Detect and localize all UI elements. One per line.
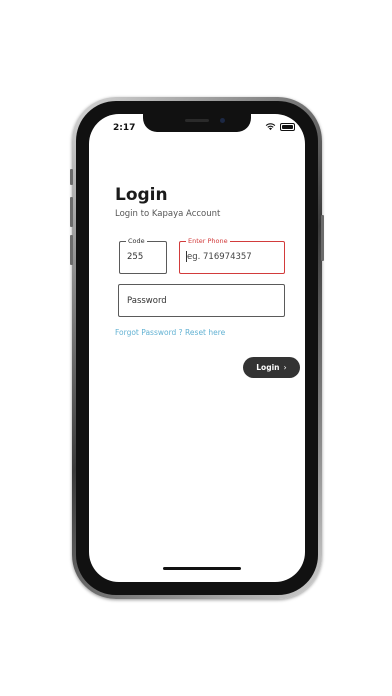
page-title: Login — [115, 185, 168, 205]
battery-icon — [280, 122, 295, 131]
phone-input[interactable]: Enter Phone eg. 716974357 — [179, 236, 285, 274]
phone-bezel: 2:17 Login Login to Kapaya Account Code … — [76, 101, 318, 595]
status-icons — [265, 122, 295, 131]
chevron-right-icon: › — [283, 363, 287, 372]
speaker — [185, 119, 209, 122]
country-code-field[interactable]: Code 255 — [119, 236, 167, 274]
volume-up-button — [70, 197, 73, 227]
forgot-password-link[interactable]: Forgot Password ? Reset here — [115, 328, 225, 337]
front-camera — [220, 118, 225, 123]
country-code-label: Code — [126, 236, 147, 246]
password-placeholder: Password — [127, 296, 167, 306]
password-input[interactable]: Password — [118, 284, 285, 317]
page-subtitle: Login to Kapaya Account — [115, 209, 221, 219]
power-button — [321, 215, 324, 261]
phone-input-placeholder: eg. 716974357 — [187, 252, 252, 262]
mute-switch — [70, 169, 73, 185]
volume-down-button — [70, 235, 73, 265]
country-code-value: 255 — [127, 252, 144, 262]
login-button[interactable]: Login › — [243, 357, 300, 378]
login-button-label: Login — [256, 363, 280, 372]
home-indicator[interactable] — [163, 567, 241, 570]
notch — [143, 114, 251, 132]
phone-input-label: Enter Phone — [186, 236, 230, 246]
wifi-icon — [265, 123, 276, 131]
status-time: 2:17 — [113, 123, 136, 133]
screen: 2:17 Login Login to Kapaya Account Code … — [89, 114, 305, 582]
phone-frame: 2:17 Login Login to Kapaya Account Code … — [70, 97, 324, 599]
